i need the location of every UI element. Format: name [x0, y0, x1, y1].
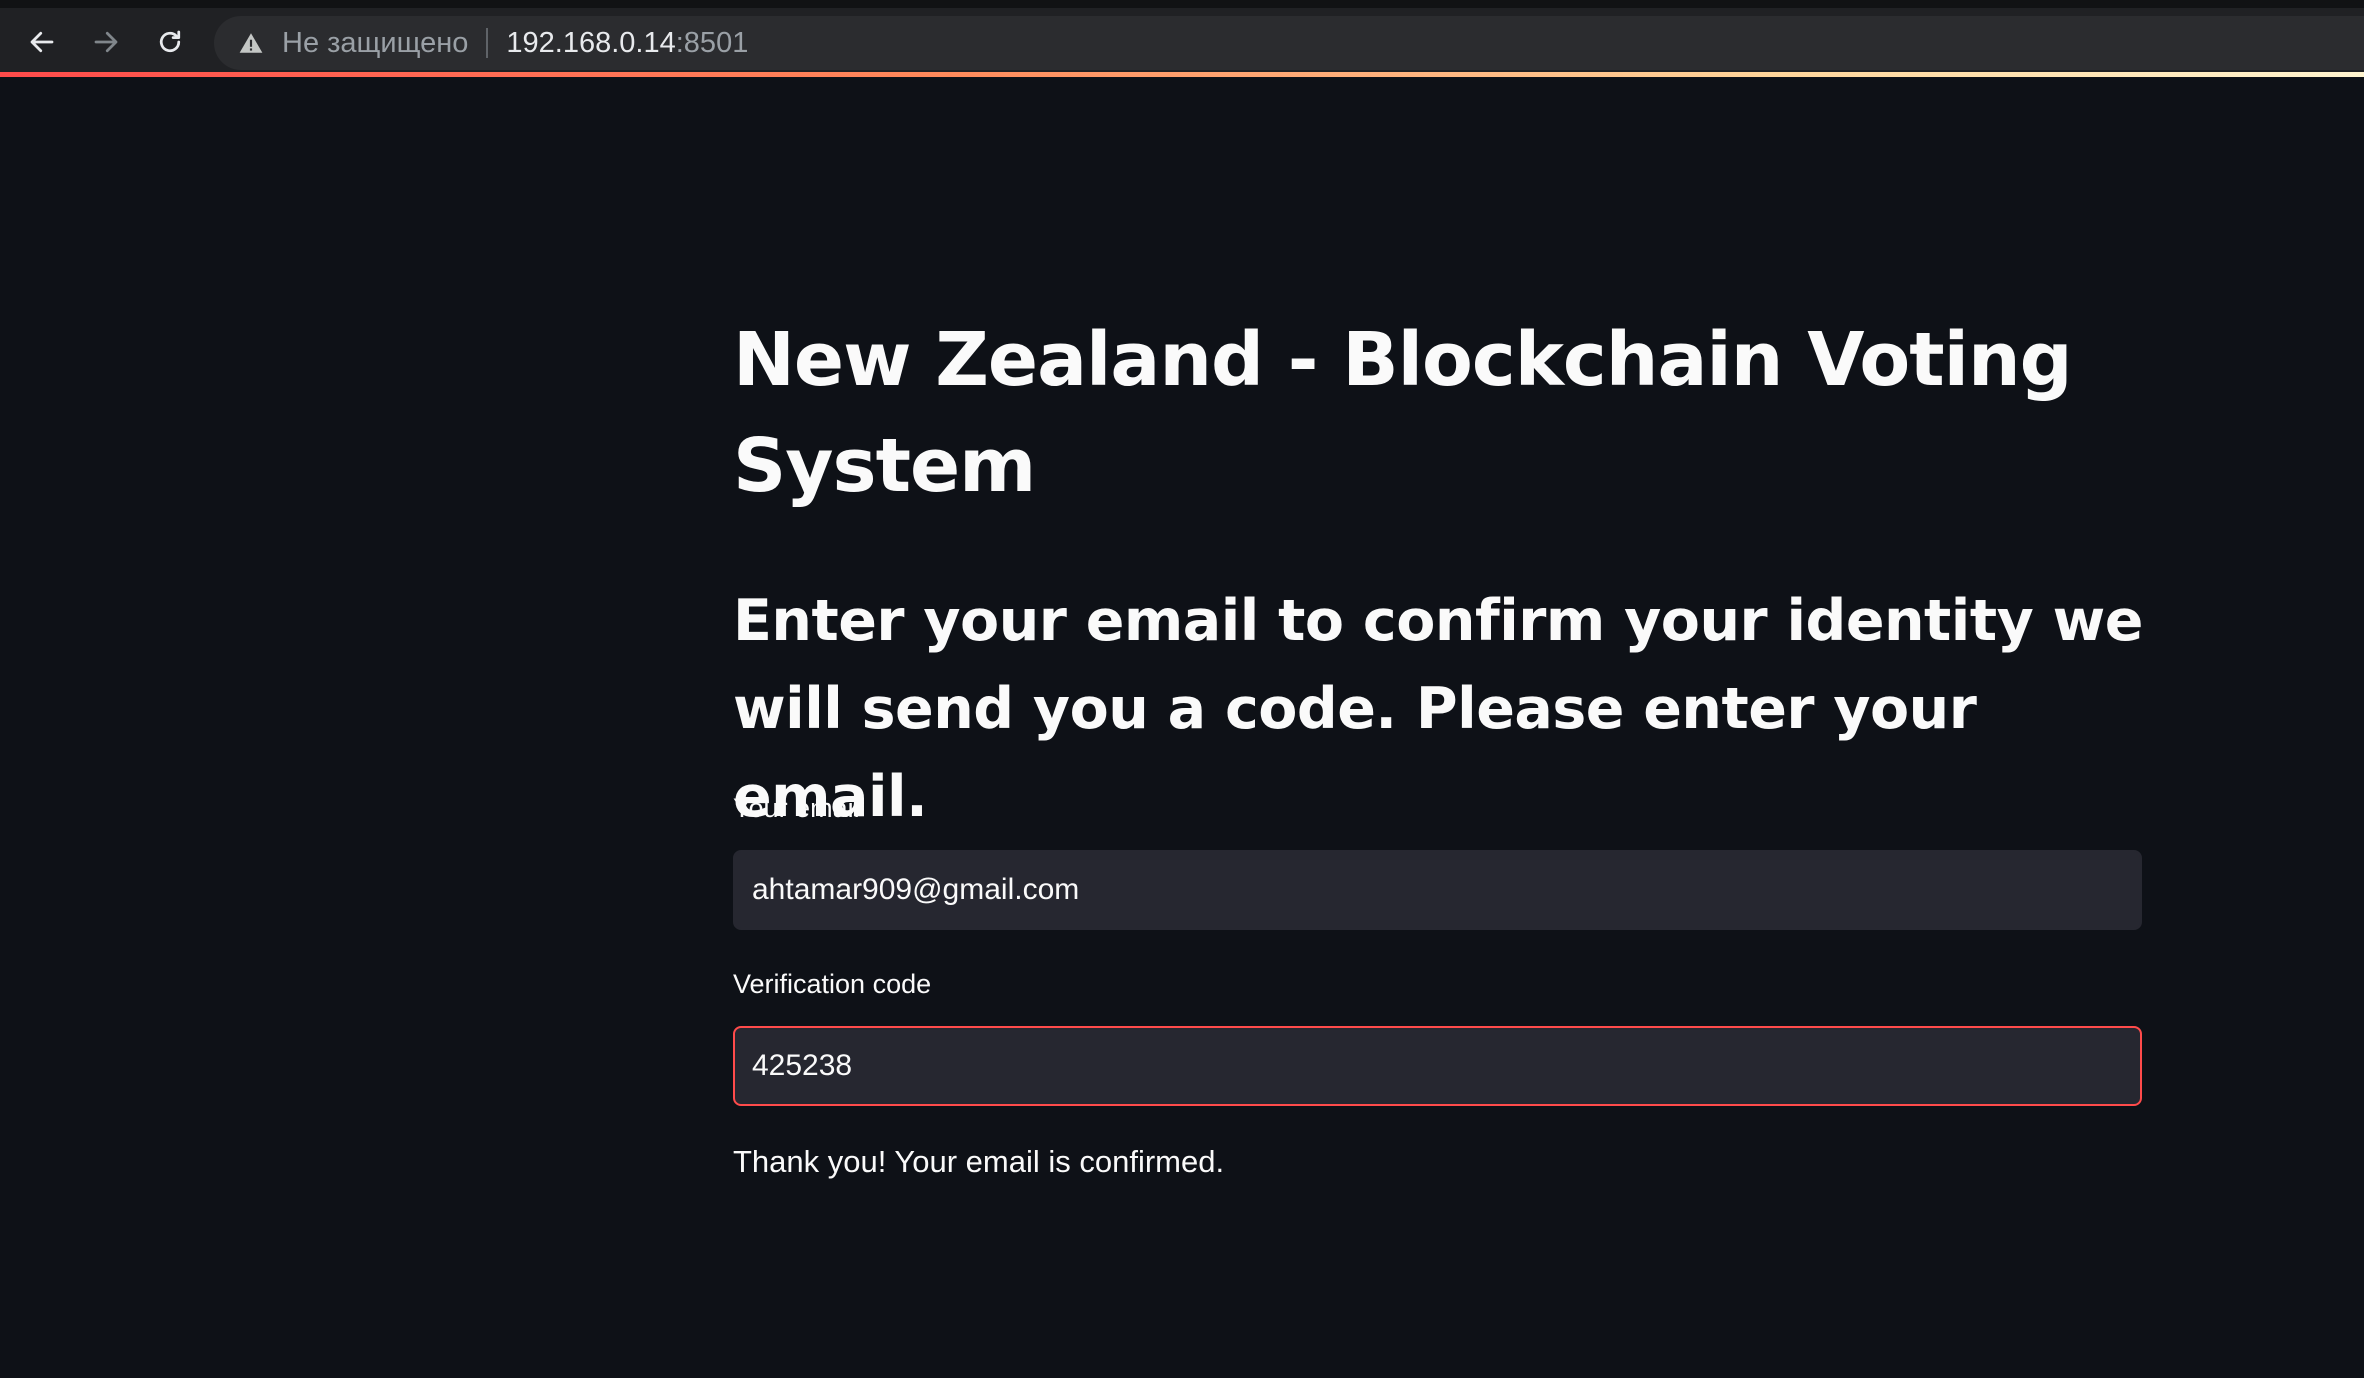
url-host[interactable]: 192.168.0.14	[506, 27, 675, 60]
email-input[interactable]	[733, 850, 2142, 930]
page-subtitle: Enter your email to confirm your identit…	[733, 588, 2143, 830]
page-title: New Zealand - Blockchain Voting System	[733, 317, 2073, 509]
warning-icon[interactable]	[236, 28, 266, 58]
browser-toolbar: Не защищено 192.168.0.14:8501	[0, 0, 2364, 72]
security-status-label[interactable]: Не защищено	[282, 27, 468, 60]
address-bar[interactable]: Не защищено 192.168.0.14:8501	[214, 16, 2364, 70]
verification-code-label: Verification code	[733, 969, 932, 999]
url-port[interactable]: :8501	[676, 27, 749, 60]
address-divider	[486, 28, 489, 58]
verification-code-input[interactable]	[733, 1026, 2142, 1106]
reload-button[interactable]	[146, 18, 194, 66]
email-label: Your email	[733, 793, 860, 823]
arrow-right-icon	[94, 31, 118, 53]
arrow-left-icon	[30, 31, 54, 53]
confirmation-message: Thank you! Your email is confirmed.	[733, 1144, 1225, 1179]
forward-button[interactable]	[82, 18, 130, 66]
app-header-decoration	[0, 72, 2364, 77]
back-button[interactable]	[18, 18, 66, 66]
reload-icon	[159, 30, 181, 53]
